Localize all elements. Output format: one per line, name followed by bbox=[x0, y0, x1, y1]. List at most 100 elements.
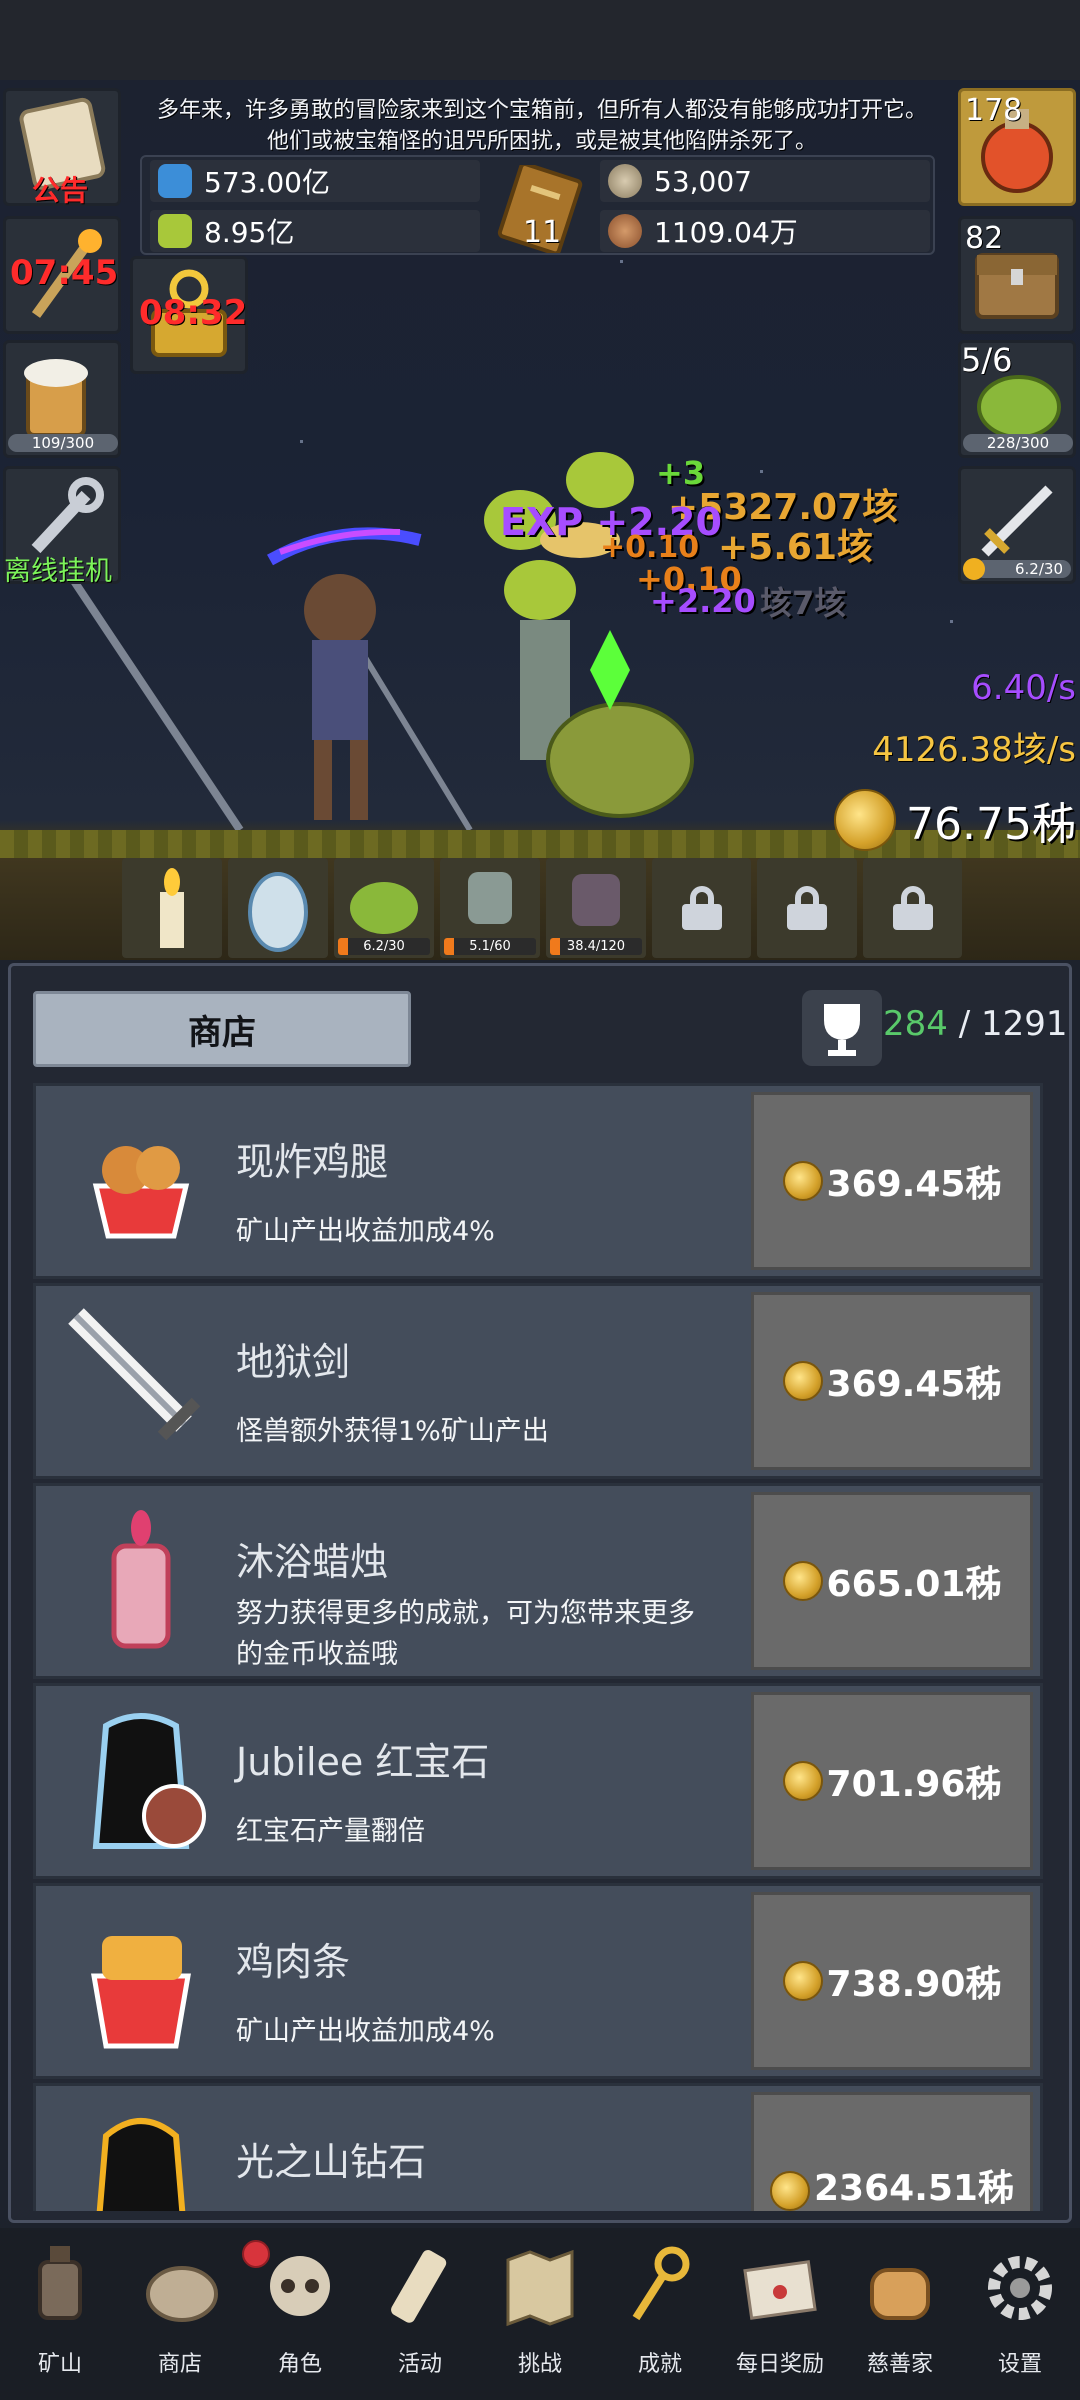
nav-character[interactable]: 角色 bbox=[240, 2228, 360, 2400]
demon-icon bbox=[572, 874, 620, 926]
nav-settings[interactable]: 设置 bbox=[960, 2228, 1080, 2400]
potion-count: 178 bbox=[965, 93, 1023, 128]
zombie-kill-progress: 5.1/60 bbox=[444, 938, 536, 955]
monster-slot-zombie[interactable]: 5.1/60 bbox=[440, 858, 540, 958]
item-price: 738.90秭 bbox=[826, 1964, 1002, 2005]
nav-philanthropist[interactable]: 慈善家 bbox=[840, 2228, 960, 2400]
monster-slot-locked[interactable] bbox=[652, 858, 752, 958]
nav-label: 角色 bbox=[277, 2352, 322, 2377]
nav-label: 挑战 bbox=[517, 2352, 562, 2377]
gold-total-value: 76.75秭 bbox=[906, 799, 1076, 850]
beer-mug-icon bbox=[24, 359, 88, 437]
floating-faded-gain: 垓7垓 bbox=[760, 584, 847, 622]
buy-button[interactable]: 369.45秭 bbox=[751, 1292, 1033, 1470]
nav-label: 设置 bbox=[997, 2352, 1042, 2377]
item-name: 鸡肉条 bbox=[236, 1940, 351, 1984]
chest-slot[interactable]: 82 bbox=[958, 216, 1076, 334]
book-count: 11 bbox=[523, 215, 562, 250]
sword-slot[interactable]: 6.2/30 bbox=[958, 466, 1076, 584]
item-name: 光之山钻石 bbox=[236, 2140, 427, 2184]
buy-button[interactable]: 369.45秭 bbox=[751, 1092, 1033, 1270]
key-timer: 08:32 bbox=[139, 293, 248, 333]
coin-icon bbox=[782, 1561, 823, 1601]
story-line-2: 他们或被宝箱怪的诅咒所困扰，或是被其他陷阱杀死了。 bbox=[266, 129, 817, 154]
item-name: 沐浴蜡烛 bbox=[236, 1540, 389, 1584]
monster-slot-demon[interactable]: 38.4/120 bbox=[546, 858, 646, 958]
offline-idle-button[interactable]: 离线挂机 bbox=[3, 466, 121, 587]
item-name: 现炸鸡腿 bbox=[236, 1140, 389, 1184]
nav-daily-reward[interactable]: 每日奖励 bbox=[720, 2228, 840, 2400]
key-chest-slot[interactable]: 08:32 bbox=[130, 256, 248, 374]
item-desc: 红宝石产量翻倍 bbox=[236, 1816, 425, 1847]
monster-slot-slime[interactable]: 6.2/30 bbox=[334, 858, 434, 958]
lock-icon bbox=[892, 886, 933, 930]
shop-tab[interactable]: 商店 bbox=[33, 991, 411, 1067]
buy-button[interactable]: 701.96秭 bbox=[751, 1692, 1033, 1870]
bag-icon bbox=[146, 2266, 218, 2322]
trophy-total: 1291 bbox=[980, 1004, 1068, 1044]
slime-slot[interactable]: 5/6 228/300 bbox=[958, 340, 1076, 458]
candle-icon bbox=[160, 868, 184, 948]
torch-timer: 07:45 bbox=[10, 253, 119, 293]
nav-challenge[interactable]: 挑战 bbox=[480, 2228, 600, 2400]
buy-button[interactable]: 738.90秭 bbox=[751, 1892, 1033, 2070]
green-potion-resource: 8.95亿 bbox=[150, 210, 480, 252]
green-potion-icon bbox=[158, 214, 192, 248]
game-scene[interactable]: 多年来，许多勇敢的冒险家来到这个宝箱前，但所有人都没有能够成功打开它。 他们或被… bbox=[0, 0, 1080, 960]
shop-item: 现炸鸡腿 矿山产出收益加成4% 369.45秭 bbox=[33, 1083, 1043, 1279]
gold-rate: 4126.38垓/s bbox=[872, 730, 1076, 770]
slime-kill-progress: 6.2/30 bbox=[338, 938, 430, 955]
shop-item-list[interactable]: 现炸鸡腿 矿山产出收益加成4% 369.45秭 地狱剑 怪兽额外获得1%矿山产出… bbox=[33, 1083, 1043, 2211]
fried-chicken-icon bbox=[92, 1146, 190, 1239]
coin-resource: 53,007 bbox=[600, 160, 930, 202]
trophy-current: 284 bbox=[883, 1004, 948, 1044]
skull-icon bbox=[270, 2256, 330, 2316]
trophy-icon bbox=[824, 1004, 860, 1056]
meat-resource: 1109.04万 bbox=[600, 210, 930, 252]
monster-slot-locked[interactable] bbox=[862, 858, 962, 958]
bottom-nav: 矿山 商店 角色 活动 挑战 成就 每日奖励 慈善家 设置 bbox=[0, 2228, 1080, 2400]
buy-button[interactable]: 665.01秭 bbox=[751, 1492, 1033, 1670]
item-price: 2364.51秭 bbox=[814, 2168, 1014, 2209]
gold-total: 76.75秭 bbox=[834, 788, 1076, 852]
shop-item: 光之山钻石 2364.51秭 bbox=[33, 2083, 1043, 2211]
coin-icon bbox=[770, 2171, 810, 2211]
nav-label: 活动 bbox=[397, 2352, 442, 2377]
nav-activity[interactable]: 活动 bbox=[360, 2228, 480, 2400]
lantern-icon bbox=[38, 2246, 82, 2320]
gold-coin-icon bbox=[834, 789, 897, 851]
lock-icon bbox=[787, 886, 828, 930]
trophy-separator: / bbox=[947, 1004, 981, 1044]
egg-icon bbox=[248, 872, 308, 952]
ruby-icon bbox=[92, 1713, 206, 1849]
item-desc: 矿山产出收益加成4% bbox=[236, 2016, 495, 2047]
beer-progress: 109/300 bbox=[8, 434, 118, 452]
exp-rate: 6.40/s bbox=[971, 668, 1076, 708]
coin-total-value: 53,007 bbox=[654, 164, 752, 198]
potion-slot[interactable]: 178 bbox=[958, 88, 1076, 206]
nav-shop[interactable]: 商店 bbox=[120, 2228, 270, 2400]
monster-slot-egg[interactable] bbox=[228, 858, 328, 958]
chicken-strips-icon bbox=[91, 1936, 191, 2049]
beer-slot[interactable]: 109/300 bbox=[3, 340, 121, 458]
monster-slot-locked[interactable] bbox=[757, 858, 857, 958]
shop-item: 地狱剑 怪兽额外获得1%矿山产出 369.45秭 bbox=[33, 1283, 1043, 1479]
nav-label: 商店 bbox=[157, 2352, 202, 2377]
torch-slot[interactable]: 07:45 bbox=[3, 216, 121, 334]
floating-orange-gain-2: +0.10 bbox=[600, 530, 700, 565]
buy-button[interactable]: 2364.51秭 bbox=[751, 2092, 1033, 2211]
slime-progress: 228/300 bbox=[963, 434, 1073, 452]
nav-achievement[interactable]: 成就 bbox=[600, 2228, 720, 2400]
coin-icon bbox=[782, 1761, 823, 1801]
trophy-count: 284 / 1291 bbox=[883, 1004, 1068, 1044]
slime-icon bbox=[350, 882, 418, 934]
monster-bar: 6.2/30 5.1/60 38.4/120 bbox=[122, 858, 962, 958]
monster-slot-candle[interactable] bbox=[122, 858, 222, 958]
announcement-button[interactable]: 公告 bbox=[3, 88, 121, 207]
nav-mine[interactable]: 矿山 bbox=[0, 2228, 120, 2400]
story-line-1: 多年来，许多勇敢的冒险家来到这个宝箱前，但所有人都没有能够成功打开它。 bbox=[156, 98, 927, 123]
book-button[interactable]: 11 bbox=[495, 162, 587, 256]
shop-item: 沐浴蜡烛 努力获得更多的成就，可为您带来更多的金币收益哦 665.01秭 bbox=[33, 1483, 1043, 1679]
hell-sword-icon bbox=[68, 1308, 201, 1441]
key-icon bbox=[632, 2246, 690, 2321]
